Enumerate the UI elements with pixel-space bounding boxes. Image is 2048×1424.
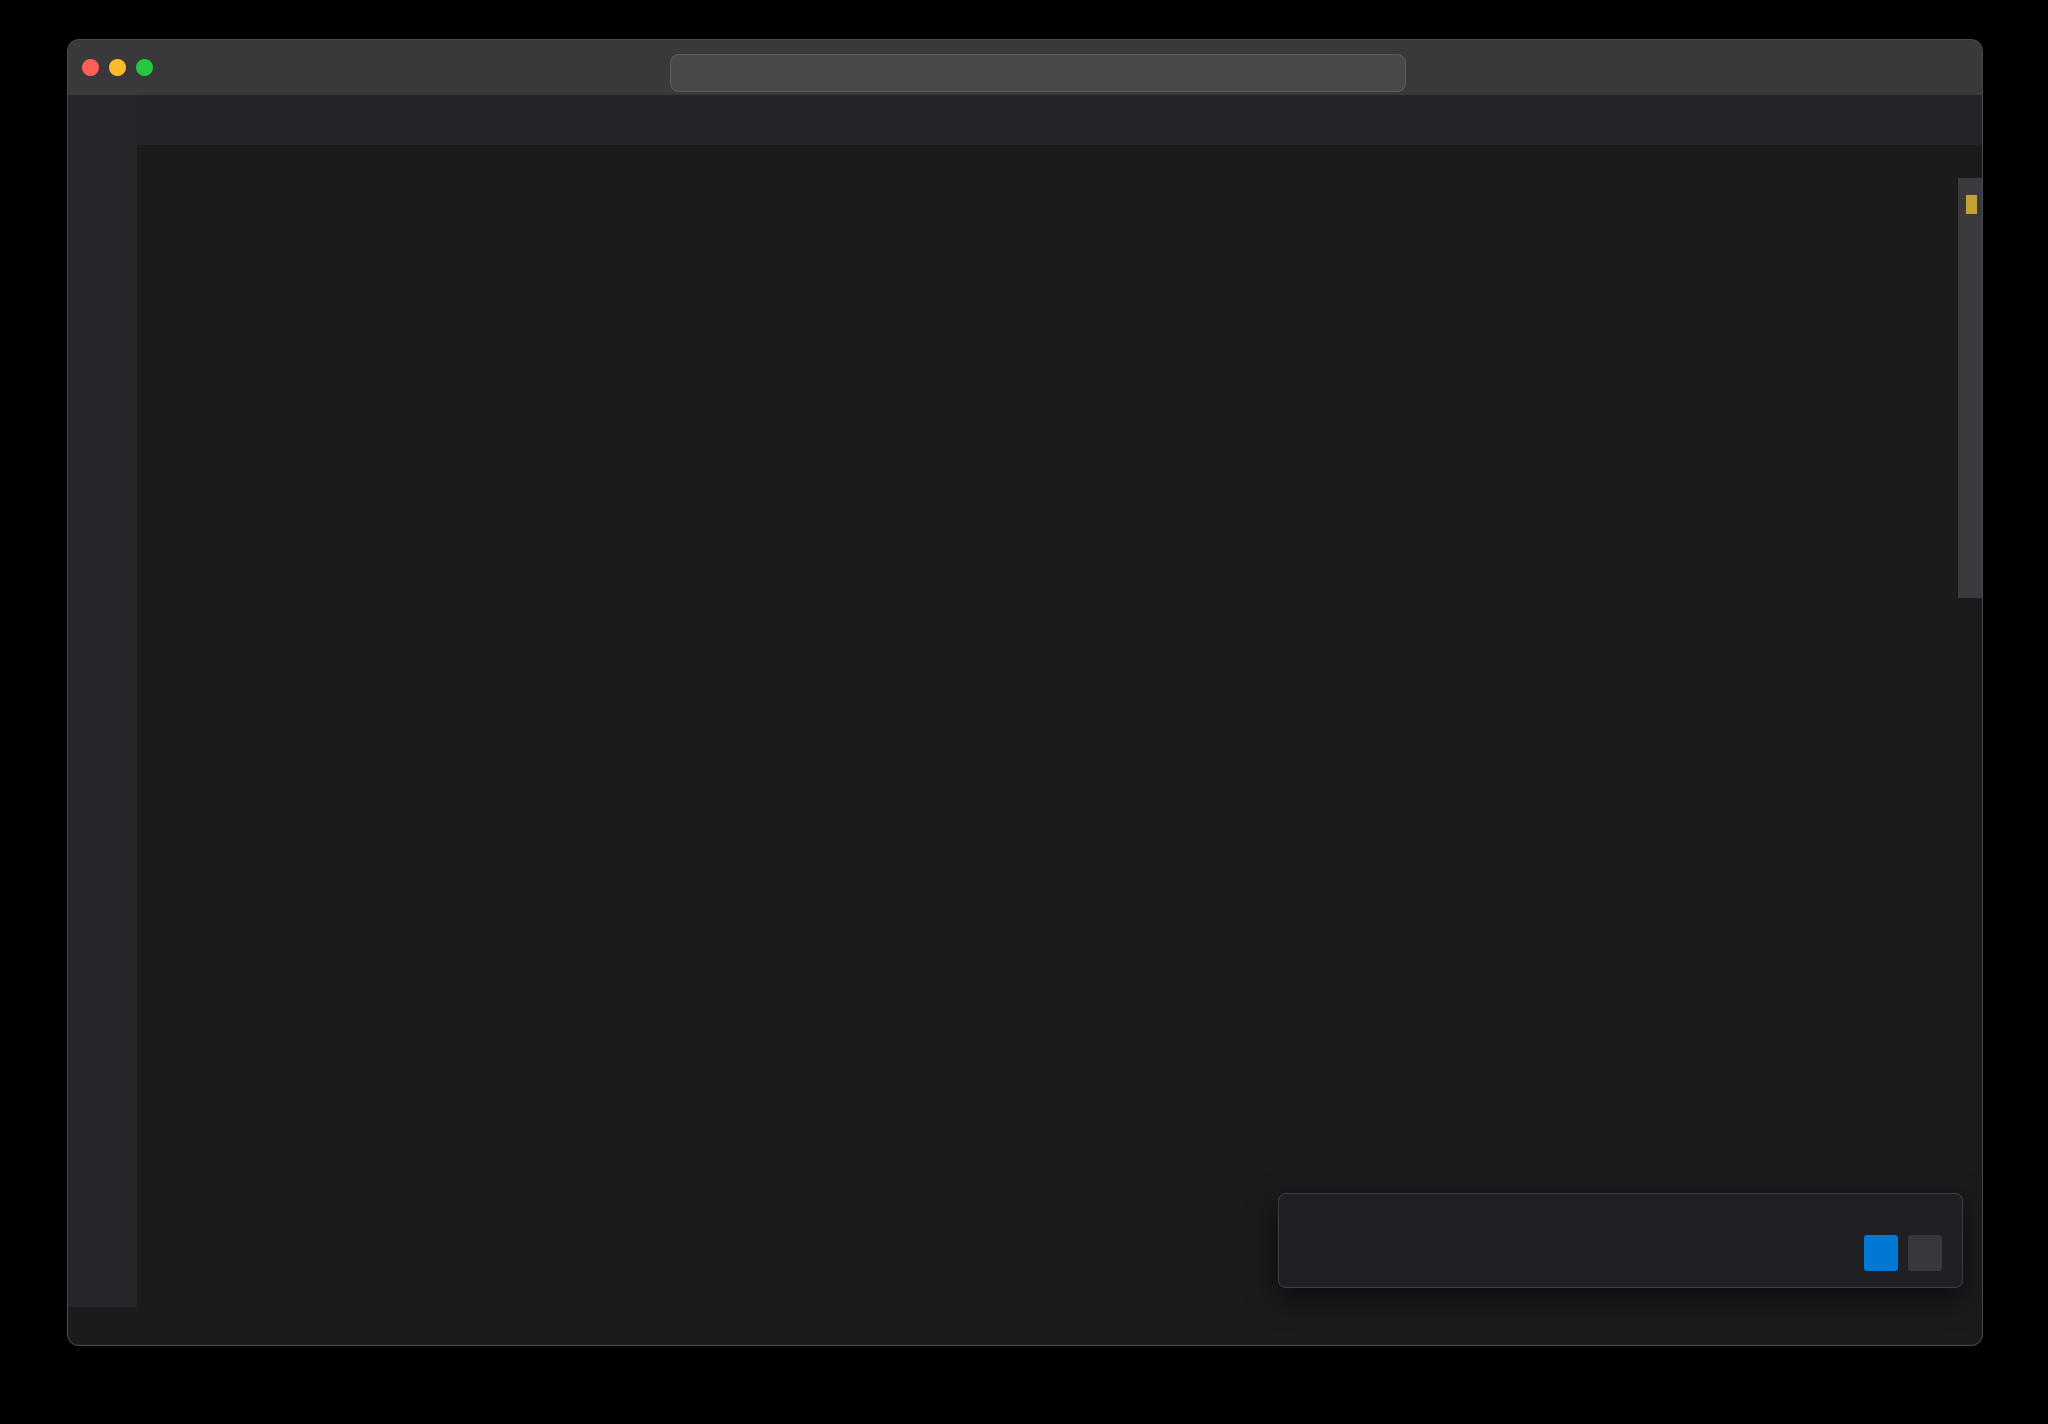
tab-bar	[137, 95, 1982, 145]
titlebar	[68, 40, 1982, 95]
status-bar	[68, 1307, 1982, 1345]
copilot-menu[interactable]	[1420, 40, 1424, 95]
command-center-search[interactable]	[670, 54, 1406, 92]
scrollbar-thumb[interactable]	[1958, 178, 1982, 598]
vscode-window	[68, 40, 1982, 1345]
show-suggested-fix-button[interactable]	[1864, 1235, 1898, 1271]
desktop	[0, 0, 2048, 1424]
close-window-button[interactable]	[82, 59, 99, 76]
minimize-window-button[interactable]	[109, 59, 126, 76]
window-controls	[82, 40, 153, 95]
notification-toast	[1278, 1193, 1963, 1288]
code-editor[interactable]	[137, 178, 1982, 1307]
overview-warning-marker	[1966, 195, 1977, 214]
codelens-blame[interactable]	[291, 178, 1982, 204]
activity-bar	[68, 95, 137, 1307]
reject-button[interactable]	[1908, 1235, 1942, 1271]
breadcrumb[interactable]	[137, 145, 1982, 178]
zoom-window-button[interactable]	[136, 59, 153, 76]
editor-scrollbar[interactable]	[1958, 178, 1982, 1307]
